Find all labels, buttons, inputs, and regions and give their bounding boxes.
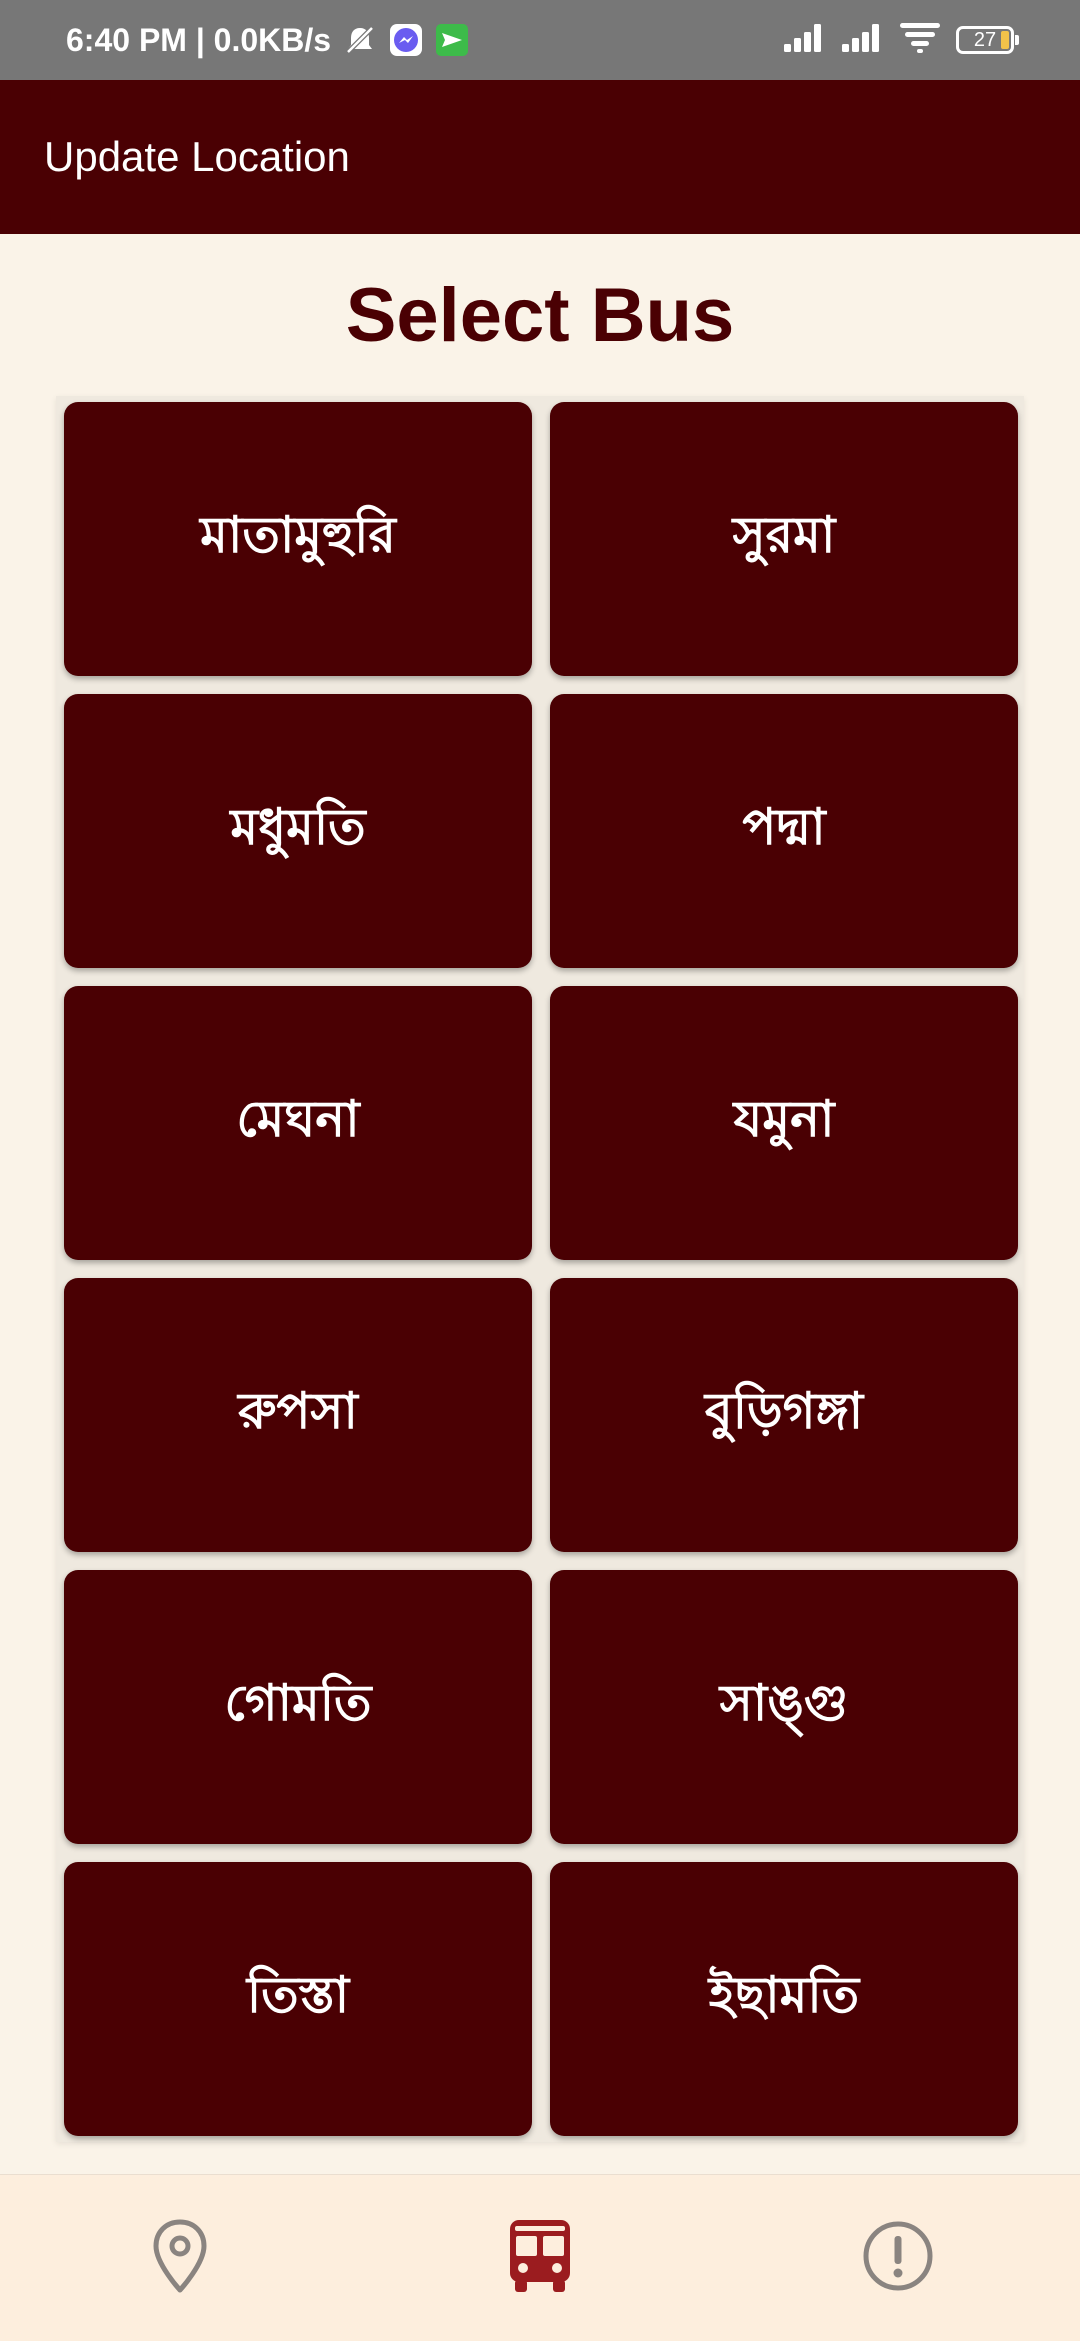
signal-icon <box>784 24 826 56</box>
bus-button[interactable]: মধুমতি <box>64 694 532 968</box>
nav-item-alert[interactable] <box>818 2175 978 2341</box>
alert-icon <box>862 2220 934 2296</box>
battery-level: 27 <box>973 28 997 51</box>
bus-button-label: রুপসা <box>238 1381 358 1440</box>
nav-item-location[interactable] <box>100 2175 260 2341</box>
location-pin-icon <box>150 2218 210 2298</box>
bus-button-label: বুড়িগঙ্গা <box>704 1381 864 1440</box>
bus-button-label: সুরমা <box>732 505 836 564</box>
bus-button-label: ইছামতি <box>708 1965 860 2024</box>
bus-icon <box>507 2218 573 2298</box>
bus-button-label: পদ্মা <box>742 797 826 856</box>
bus-grid: মাতামুহুরি সুরমা মধুমতি পদ্মা মেঘনা যমুন… <box>64 402 1018 2136</box>
bus-button[interactable]: সুরমা <box>550 402 1018 676</box>
bus-button-label: তিস্তা <box>246 1965 350 2024</box>
bus-button-label: মাতামুহুরি <box>200 505 396 564</box>
bus-button[interactable]: রুপসা <box>64 1278 532 1552</box>
nav-item-bus[interactable] <box>460 2175 620 2341</box>
wifi-icon <box>900 23 940 57</box>
bus-button-label: যমুনা <box>733 1089 835 1148</box>
bus-button[interactable]: মাতামুহুরি <box>64 402 532 676</box>
bus-button[interactable]: গোমতি <box>64 1570 532 1844</box>
bus-button-label: সাঙ্গু <box>719 1673 849 1732</box>
status-left: 6:40 PM | 0.0KB/s <box>66 0 469 80</box>
bus-button[interactable]: সাঙ্গু <box>550 1570 1018 1844</box>
status-right: 27 <box>784 0 1019 80</box>
page-title: Select Bus <box>345 273 735 358</box>
bottom-navigation <box>0 2174 1080 2341</box>
status-bar: 6:40 PM | 0.0KB/s 27 <box>0 0 1080 80</box>
signal-icon <box>842 24 884 56</box>
mute-icon <box>343 23 377 57</box>
message-icon <box>435 23 469 57</box>
messenger-icon <box>389 23 423 57</box>
battery-fill <box>1001 31 1009 49</box>
bus-button[interactable]: ইছামতি <box>550 1862 1018 2136</box>
bus-button-label: মধুমতি <box>230 797 366 856</box>
bus-button[interactable]: যমুনা <box>550 986 1018 1260</box>
bus-button[interactable]: বুড়িগঙ্গা <box>550 1278 1018 1552</box>
bus-button[interactable]: মেঘনা <box>64 986 532 1260</box>
battery-icon: 27 <box>956 26 1019 54</box>
app-bar: Update Location <box>0 80 1080 234</box>
bus-button[interactable]: তিস্তা <box>64 1862 532 2136</box>
bus-button[interactable]: পদ্মা <box>550 694 1018 968</box>
app-bar-title: Update Location <box>44 133 350 180</box>
bus-button-label: গোমতি <box>224 1673 372 1732</box>
status-time-speed: 6:40 PM | 0.0KB/s <box>66 21 332 58</box>
bus-button-label: মেঘনা <box>236 1089 360 1148</box>
